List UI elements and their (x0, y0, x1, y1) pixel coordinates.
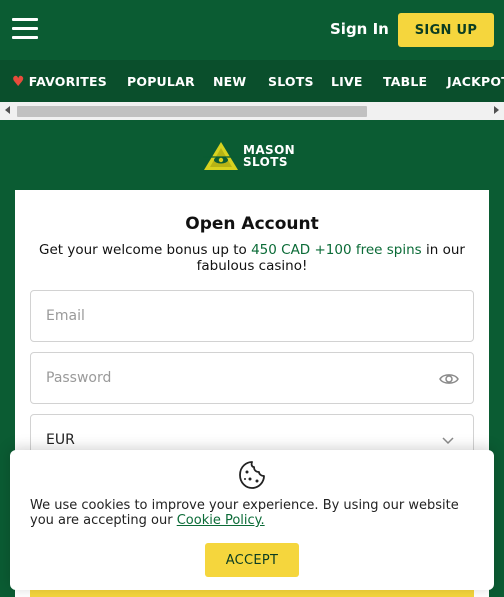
top-header: Sign In SIGN UP (0, 0, 504, 60)
card-title: Open Account (185, 214, 319, 234)
welcome-bonus-text: Get your welcome bonus up to 450 CAD +10… (35, 242, 469, 274)
scroll-left-icon[interactable] (5, 106, 10, 114)
eye-icon[interactable] (439, 369, 459, 389)
nav-item-slots[interactable]: SLOTS (268, 74, 314, 89)
email-field-wrapper (30, 290, 474, 342)
pyramid-eye-icon (203, 142, 239, 170)
scroll-thumb[interactable] (17, 106, 367, 117)
sign-in-link[interactable]: Sign In (330, 20, 389, 38)
nav-item-table[interactable]: TABLE (383, 74, 427, 89)
heart-icon: ♥ (12, 74, 25, 90)
nav-item-favorites[interactable]: ♥ FAVORITES (12, 74, 107, 90)
menu-icon[interactable] (12, 18, 38, 40)
nav-item-new[interactable]: NEW (213, 74, 246, 89)
mason-slots-logo[interactable]: MASON SLOTS (203, 140, 295, 172)
cookie-icon (239, 461, 265, 489)
nav-item-live[interactable]: LIVE (331, 74, 363, 89)
chevron-down-icon (442, 437, 454, 445)
sign-up-button[interactable]: SIGN UP (398, 13, 494, 47)
nav-item-popular[interactable]: POPULAR (127, 74, 195, 89)
horizontal-scrollbar[interactable] (0, 102, 504, 120)
scroll-right-icon[interactable] (494, 106, 499, 114)
bonus-text-pre: Get your welcome bonus up to (39, 242, 252, 258)
accept-cookies-button[interactable]: ACCEPT (205, 543, 299, 577)
cookie-policy-link[interactable]: Cookie Policy. (177, 513, 265, 528)
bonus-amount: 450 CAD +100 free spins (251, 242, 422, 258)
nav-item-label: FAVORITES (28, 74, 107, 89)
nav-item-jackpots[interactable]: JACKPOTS (447, 74, 504, 89)
category-nav: ♥ FAVORITES POPULAR NEW SLOTS LIVE TABLE … (0, 60, 504, 102)
password-field[interactable] (31, 353, 473, 403)
password-field-wrapper (30, 352, 474, 404)
logo-text: MASON SLOTS (243, 144, 295, 168)
cookie-banner: We use cookies to improve your experienc… (10, 450, 494, 590)
logo-line-2: SLOTS (243, 155, 288, 169)
currency-value: EUR (46, 432, 75, 448)
cookie-message: We use cookies to improve your experienc… (30, 498, 480, 528)
email-field[interactable] (31, 291, 473, 341)
